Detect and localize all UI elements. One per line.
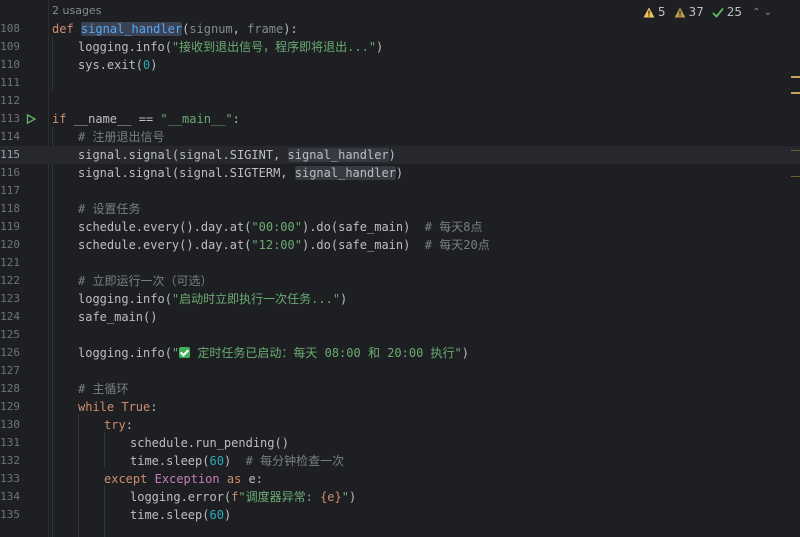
code-line[interactable]: 123 logging.info("启动时立即执行一次任务...") [0, 290, 800, 308]
check-mark-emoji-icon [179, 347, 191, 358]
code-line[interactable]: 116 signal.signal(signal.SIGTERM, signal… [0, 164, 800, 182]
line-number: 131 [0, 436, 20, 449]
usages-hint[interactable]: 2 usages [52, 4, 101, 17]
code-line[interactable]: 119 schedule.every().day.at("00:00").do(… [0, 218, 800, 236]
code-line[interactable]: 130 try: [0, 416, 800, 434]
code-line[interactable]: 120 schedule.every().day.at("12:00").do(… [0, 236, 800, 254]
chevron-icons[interactable]: ⌃ ⌄ [752, 7, 772, 18]
code-text: logging.info("接收到退出信号，程序即将退出...") [78, 40, 384, 54]
weak-warnings-count: 37 [688, 5, 704, 19]
code-line[interactable]: 112 [0, 92, 800, 110]
line-number: 112 [0, 94, 20, 107]
code-line[interactable]: 117 [0, 182, 800, 200]
code-line[interactable]: 114 # 注册退出信号 [0, 128, 800, 146]
code-line[interactable]: 108 def signal_handler(signum, frame): [0, 20, 800, 38]
line-number: 135 [0, 508, 20, 521]
weak-warning-icon [674, 7, 685, 17]
line-number: 110 [0, 58, 20, 71]
code-line[interactable]: 122 # 立即运行一次（可选） [0, 272, 800, 290]
code-line[interactable]: 109 logging.info("接收到退出信号，程序即将退出...") [0, 38, 800, 56]
line-number: 129 [0, 400, 20, 413]
scrollbar-warning-marker[interactable] [791, 176, 800, 177]
line-number: 113 [0, 112, 20, 125]
code-line[interactable]: 113 if __name__ == "__main__": [0, 110, 800, 128]
code-line[interactable]: 135 time.sleep(60) [0, 506, 800, 524]
line-number: 117 [0, 184, 20, 197]
line-number: 120 [0, 238, 20, 251]
code-text: # 主循环 [78, 382, 129, 396]
line-number: 125 [0, 328, 20, 341]
scrollbar-warning-marker[interactable] [791, 150, 800, 151]
code-text: logging.error(f"调度器异常: {e}") [130, 490, 357, 504]
warning-icon [643, 7, 655, 17]
inspections-widget[interactable]: 5 37 25 ⌃ ⌄ [643, 4, 772, 20]
line-number: 127 [0, 364, 20, 377]
code-text: # 注册退出信号 [78, 130, 165, 144]
scrollbar-warning-marker[interactable] [791, 76, 800, 78]
code-line[interactable]: 125 [0, 326, 800, 344]
code-text: if __name__ == "__main__": [52, 112, 240, 126]
code-line[interactable]: 132 time.sleep(60) # 每分钟检查一次 [0, 452, 800, 470]
code-text: time.sleep(60) # 每分钟检查一次 [130, 454, 345, 468]
line-number: 123 [0, 292, 20, 305]
line-number: 134 [0, 490, 20, 503]
run-icon[interactable] [26, 114, 36, 124]
line-number: 119 [0, 220, 20, 233]
warnings-count: 5 [657, 5, 666, 19]
line-number: 115 [0, 148, 20, 161]
line-number: 109 [0, 40, 20, 53]
code-text: try: [104, 418, 133, 432]
line-number: 118 [0, 202, 20, 215]
line-number: 114 [0, 130, 20, 143]
code-text: # 设置任务 [78, 202, 141, 216]
warnings-indicator[interactable]: 5 [643, 5, 666, 19]
code-line[interactable]: 133 except Exception as e: [0, 470, 800, 488]
code-text: def signal_handler(signum, frame): [52, 22, 298, 36]
line-number: 121 [0, 256, 20, 269]
code-text: schedule.run_pending() [130, 436, 289, 450]
code-line[interactable]: 110 sys.exit(0) [0, 56, 800, 74]
line-number: 133 [0, 472, 20, 485]
code-line-current[interactable]: 115 signal.signal(signal.SIGINT, signal_… [0, 146, 800, 164]
code-text: # 立即运行一次（可选） [78, 274, 213, 288]
code-text: while True: [78, 400, 158, 414]
code-text: time.sleep(60) [130, 508, 232, 522]
line-number: 130 [0, 418, 20, 431]
code-editor[interactable]: 2 usages 5 37 25 ⌃ ⌄ 108 def signal_hand… [0, 0, 800, 537]
code-text: signal.signal(signal.SIGINT, signal_hand… [78, 148, 396, 162]
code-line[interactable]: 126 logging.info(" 定时任务已启动：每天 08:00 和 20… [0, 344, 800, 362]
checkmark-icon [712, 7, 724, 18]
line-number: 124 [0, 310, 20, 323]
code-text: logging.info(" 定时任务已启动：每天 08:00 和 20:00 … [78, 346, 469, 360]
code-line[interactable]: 121 [0, 254, 800, 272]
code-text: schedule.every().day.at("00:00").do(safe… [78, 220, 483, 234]
code-line[interactable]: 124 safe_main() [0, 308, 800, 326]
code-text: safe_main() [78, 310, 158, 324]
code-text: schedule.every().day.at("12:00").do(safe… [78, 238, 490, 252]
line-number: 128 [0, 382, 20, 395]
line-number: 116 [0, 166, 20, 179]
line-number: 122 [0, 274, 20, 287]
line-number: 126 [0, 346, 20, 359]
code-line[interactable]: 131 schedule.run_pending() [0, 434, 800, 452]
line-number: 111 [0, 76, 20, 89]
line-number: 132 [0, 454, 20, 467]
code-line[interactable]: 128 # 主循环 [0, 380, 800, 398]
code-line[interactable]: 127 [0, 362, 800, 380]
code-line[interactable]: 134 logging.error(f"调度器异常: {e}") [0, 488, 800, 506]
code-line[interactable]: 111 [0, 74, 800, 92]
code-line[interactable]: 118 # 设置任务 [0, 200, 800, 218]
code-text: except Exception as e: [104, 472, 263, 486]
code-text: logging.info("启动时立即执行一次任务...") [78, 292, 348, 306]
code-text: sys.exit(0) [78, 58, 158, 72]
typos-indicator[interactable]: 25 [712, 5, 742, 19]
typos-count: 25 [726, 5, 743, 19]
weak-warnings-indicator[interactable]: 37 [674, 5, 704, 19]
line-number: 108 [0, 22, 20, 35]
code-text: signal.signal(signal.SIGTERM, signal_han… [78, 166, 404, 180]
scrollbar-warning-marker[interactable] [791, 92, 800, 94]
code-line[interactable]: 129 while True: [0, 398, 800, 416]
